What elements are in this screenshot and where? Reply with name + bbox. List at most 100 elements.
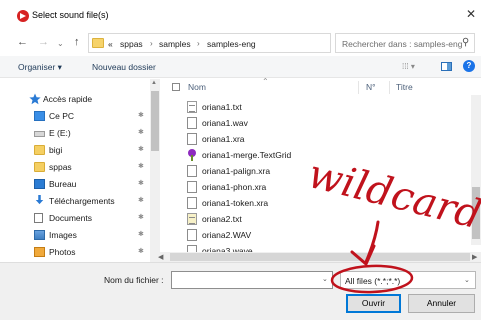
search-input[interactable]: Rechercher dans : samples-eng	[342, 39, 462, 49]
forward-arrow-icon[interactable]: →	[38, 36, 49, 48]
sidebar-item-desktop[interactable]: Bureau ✱	[0, 176, 150, 192]
file-name: oriana1-palign.xra	[202, 166, 271, 176]
column-divider[interactable]	[389, 81, 390, 94]
sidebar-item-images[interactable]: Images ✱	[0, 227, 150, 243]
pin-icon[interactable]: ✱	[138, 145, 144, 153]
list-item[interactable]: oriana1-token.xra	[162, 195, 362, 211]
text-file-icon	[187, 101, 197, 113]
window-title: Select sound file(s)	[32, 10, 109, 20]
text-file-icon	[187, 213, 197, 225]
sidebar-item-drive-e[interactable]: E (E:) ✱	[0, 125, 150, 141]
navigation-scrollbar[interactable]: ▲	[150, 79, 160, 262]
pin-icon[interactable]: ✱	[138, 128, 144, 136]
sidebar-item-this-pc[interactable]: Ce PC ✱	[0, 108, 150, 124]
pin-icon[interactable]: ✱	[138, 179, 144, 187]
column-header-row: Nom ⌃ N° Titre	[162, 77, 481, 95]
help-icon[interactable]: ?	[463, 60, 475, 72]
pin-icon[interactable]: ✱	[138, 213, 144, 221]
breadcrumb-separator: ›	[150, 39, 153, 48]
navigation-pane: Accès rapide Ce PC ✱ E (E:) ✱ bigi ✱ spp…	[0, 79, 150, 262]
documents-icon	[34, 213, 43, 223]
list-item[interactable]: oriana1-phon.xra	[162, 179, 362, 195]
file-name: oriana1-merge.TextGrid	[202, 150, 292, 160]
breadcrumb-samples[interactable]: samples	[159, 39, 191, 49]
list-item[interactable]: oriana1-palign.xra	[162, 163, 362, 179]
sidebar-item-label: Documents	[49, 213, 92, 223]
breadcrumb-overflow[interactable]: «	[108, 39, 113, 49]
file-type-select[interactable]: All files (*.*;*.*) ⌄	[340, 271, 476, 289]
list-item[interactable]: oriana1.txt	[162, 99, 362, 115]
column-header-number[interactable]: N°	[366, 82, 376, 92]
scrollbar-thumb[interactable]	[170, 253, 470, 261]
file-list-scrollbar[interactable]	[471, 95, 481, 245]
images-icon	[34, 230, 45, 240]
search-icon[interactable]: ⚲	[462, 37, 469, 48]
back-arrow-icon[interactable]: ←	[17, 36, 28, 48]
command-bar: Organiser ▾ Nouveau dossier ⁞⁞⁞ ▾ ?	[0, 56, 481, 78]
textgrid-file-icon	[187, 149, 197, 161]
recent-locations-icon[interactable]: ⌄	[57, 38, 64, 50]
file-name: oriana1-token.xra	[202, 198, 269, 208]
file-name: oriana2.txt	[202, 214, 242, 224]
cancel-button[interactable]: Annuler	[408, 294, 475, 313]
address-field[interactable]: « sppas › samples › samples-eng ⌄ ↻	[88, 33, 413, 53]
scrollbar-thumb[interactable]	[472, 187, 480, 239]
file-icon	[187, 133, 197, 145]
sidebar-item-label: E (E:)	[49, 128, 71, 138]
view-options-icon[interactable]: ⁞⁞⁞ ▾	[402, 62, 415, 71]
breadcrumb-sppas[interactable]: sppas	[120, 39, 143, 49]
sidebar-item-label: Téléchargements	[49, 196, 115, 206]
scroll-up-icon[interactable]: ▲	[151, 80, 157, 86]
sidebar-item-sppas[interactable]: sppas ✱	[0, 159, 150, 175]
pin-icon[interactable]: ✱	[138, 247, 144, 255]
sidebar-item-downloads[interactable]: Téléchargements ✱	[0, 193, 150, 209]
up-arrow-icon[interactable]: ↑	[74, 36, 80, 48]
pin-icon[interactable]: ✱	[138, 162, 144, 170]
folder-icon	[34, 145, 45, 155]
organize-button[interactable]: Organiser ▾	[18, 62, 62, 73]
file-icon	[187, 181, 197, 193]
sidebar-item-quick-access[interactable]: Accès rapide	[0, 91, 150, 107]
column-header-name[interactable]: Nom	[188, 82, 206, 92]
drive-icon	[34, 131, 45, 137]
file-icon	[187, 165, 197, 177]
file-name: oriana1.txt	[202, 102, 242, 112]
sidebar-item-documents[interactable]: Documents ✱	[0, 210, 150, 226]
sidebar-item-photos[interactable]: Photos ✱	[0, 244, 150, 260]
chevron-down-icon[interactable]: ⌄	[464, 276, 470, 284]
file-type-value: All files (*.*;*.*)	[345, 276, 401, 286]
preview-pane-icon[interactable]	[441, 62, 452, 71]
column-divider[interactable]	[358, 81, 359, 94]
folder-icon	[92, 38, 104, 48]
pin-icon[interactable]: ✱	[138, 230, 144, 238]
file-icon	[187, 197, 197, 209]
sidebar-item-bigi[interactable]: bigi ✱	[0, 142, 150, 158]
address-bar-row: ← → ⌄ ↑ « sppas › samples › samples-eng …	[0, 32, 481, 54]
scroll-right-icon[interactable]: ▶	[472, 253, 477, 261]
pin-icon[interactable]: ✱	[138, 196, 144, 204]
list-item[interactable]: oriana2.WAV	[162, 227, 362, 243]
close-button[interactable]: ✕	[466, 8, 476, 20]
filename-field[interactable]	[171, 271, 333, 289]
sidebar-item-label: Accès rapide	[43, 94, 93, 104]
new-folder-button[interactable]: Nouveau dossier	[92, 62, 156, 72]
list-item[interactable]: oriana1.wav	[162, 115, 362, 131]
column-header-title[interactable]: Titre	[396, 82, 413, 92]
scroll-left-icon[interactable]: ◀	[158, 253, 163, 261]
search-box[interactable]: Rechercher dans : samples-eng ⚲	[335, 33, 475, 53]
app-icon	[17, 10, 29, 22]
desktop-icon	[34, 179, 45, 189]
scrollbar-thumb[interactable]	[151, 91, 159, 151]
filename-label: Nom du fichier :	[104, 275, 164, 285]
breadcrumb-samples-eng[interactable]: samples-eng	[207, 39, 256, 49]
open-button[interactable]: Ouvrir	[346, 294, 401, 313]
list-item[interactable]: oriana1-merge.TextGrid	[162, 147, 362, 163]
filename-dropdown-icon[interactable]: ⌄	[322, 275, 328, 283]
sidebar-item-label: Photos	[49, 247, 76, 257]
pin-icon[interactable]: ✱	[138, 111, 144, 119]
select-all-checkbox[interactable]	[172, 83, 180, 91]
horizontal-scrollbar[interactable]: ◀ ▶	[150, 252, 481, 262]
list-item[interactable]: oriana2.txt	[162, 211, 362, 227]
sidebar-item-label: Ce PC	[49, 111, 75, 121]
list-item[interactable]: oriana1.xra	[162, 131, 362, 147]
